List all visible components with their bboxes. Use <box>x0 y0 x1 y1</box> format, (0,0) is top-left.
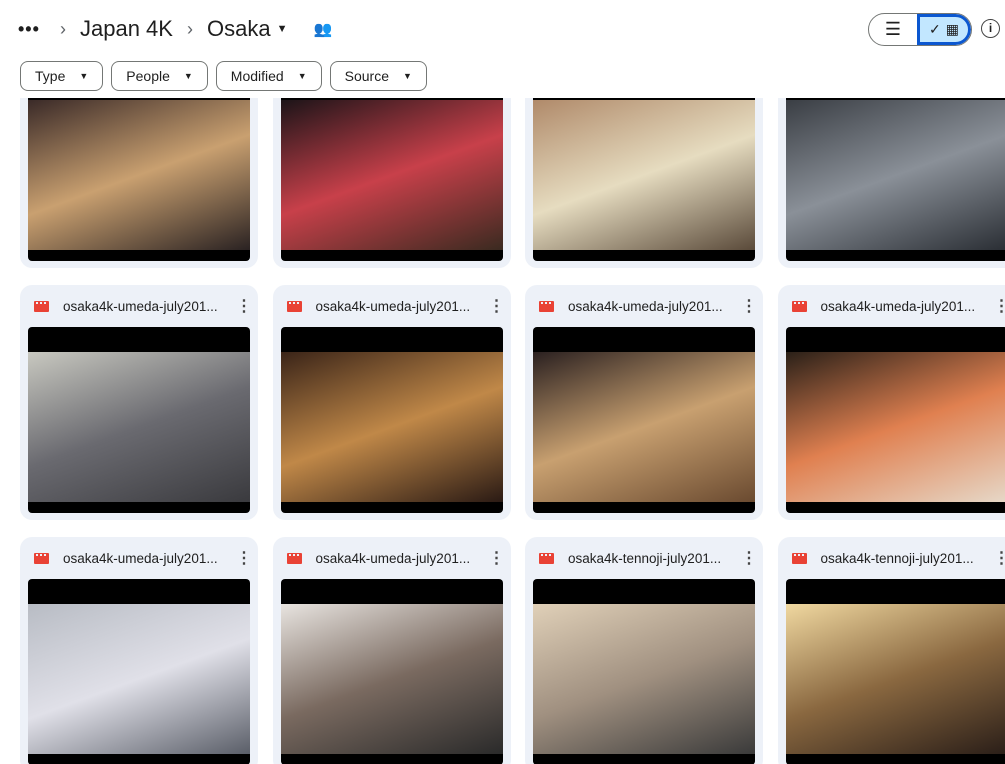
video-thumbnail[interactable] <box>785 327 1005 513</box>
thumbnail-image <box>533 100 755 250</box>
file-name: osaka4k-umeda-july201... <box>63 550 218 566</box>
file-card-header: osaka4k-umeda-july201... ⋮ <box>273 285 511 327</box>
video-thumbnail[interactable] <box>280 98 503 261</box>
video-thumbnail[interactable] <box>533 579 755 764</box>
file-card[interactable]: osaka4k-tennoji-july201... ⋮ <box>777 537 1005 764</box>
more-actions-button[interactable]: ⋮ <box>489 296 505 316</box>
filter-people[interactable]: People ▼ <box>111 61 208 91</box>
breadcrumb-item-osaka[interactable]: Osaka <box>207 16 271 42</box>
chevron-right-icon: › <box>60 18 66 39</box>
shared-people-icon[interactable]: 👥 <box>313 20 332 38</box>
file-card[interactable]: osaka4k-umeda-july201...⋮ <box>20 98 258 268</box>
thumbnail-image <box>280 604 503 754</box>
video-thumbnail[interactable] <box>28 98 250 261</box>
filter-label: People <box>126 68 170 84</box>
breadcrumb-item-japan-4k[interactable]: Japan 4K <box>80 16 173 42</box>
file-grid: osaka4k-umeda-july201... ⋮ osaka4k-umeda-j… <box>20 98 1005 764</box>
video-thumbnail[interactable] <box>785 98 1005 261</box>
file-card-header: osaka4k-umeda-july201... ⋮ <box>525 285 763 327</box>
video-thumbnail[interactable] <box>533 98 755 261</box>
info-icon[interactable]: i <box>981 19 1000 38</box>
thumbnail-image <box>785 100 1005 250</box>
video-file-icon <box>286 552 302 564</box>
file-card[interactable]: osaka4k-umeda-july201...⋮ <box>272 98 511 268</box>
filter-chips: Type ▼ People ▼ Modified ▼ Source ▼ <box>20 61 427 91</box>
filter-source[interactable]: Source ▼ <box>329 61 427 91</box>
grid-icon: ▦ <box>945 21 959 37</box>
video-thumbnail[interactable] <box>280 579 503 764</box>
file-card-header: osaka4k-tennoji-july201... ⋮ <box>525 537 763 579</box>
file-name: osaka4k-umeda-july201... <box>568 298 723 314</box>
list-view-button[interactable]: ☰ <box>869 14 917 45</box>
filter-label: Source <box>344 68 389 84</box>
more-actions-button[interactable]: ⋮ <box>994 296 1005 316</box>
thumbnail-image <box>785 352 1005 502</box>
file-name: osaka4k-umeda-july201... <box>315 550 471 566</box>
video-thumbnail[interactable] <box>785 579 1005 764</box>
video-file-icon <box>34 300 49 312</box>
more-actions-button[interactable]: ⋮ <box>741 548 757 568</box>
file-card[interactable]: osaka4k-umeda-july201...⋮ <box>525 98 763 268</box>
video-thumbnail[interactable] <box>280 327 503 513</box>
grid-view-button[interactable]: ✓ ▦ <box>917 14 971 45</box>
file-grid-scroll-area[interactable]: osaka4k-umeda-july201... ⋮ osaka4k-umeda-j… <box>0 98 1005 764</box>
caret-down-icon: ▼ <box>403 71 412 81</box>
video-file-icon <box>34 552 49 564</box>
thumbnail-image <box>28 100 250 250</box>
file-card[interactable]: osaka4k-umeda-july201... ⋮ <box>525 285 763 520</box>
file-card-header: osaka4k-umeda-july201... ⋮ <box>20 285 258 327</box>
header: ••• › Japan 4K › Osaka ▼ 👥 ☰ ✓ ▦ i Type ▼ … <box>0 0 1005 98</box>
file-card-header: osaka4k-umeda-july201... ⋮ <box>20 537 258 579</box>
view-toggle: ☰ ✓ ▦ <box>868 13 972 46</box>
file-name: osaka4k-umeda-july201... <box>820 298 976 314</box>
check-icon: ✓ <box>929 21 941 37</box>
file-name: osaka4k-umeda-july201... <box>63 298 218 314</box>
video-thumbnail[interactable] <box>533 327 755 513</box>
file-card[interactable]: osaka4k-umeda-july201... ⋮ <box>20 537 258 764</box>
video-file-icon <box>539 552 554 564</box>
file-name: osaka4k-tennoji-july201... <box>820 550 974 566</box>
video-thumbnail[interactable] <box>28 327 250 513</box>
file-card[interactable]: osaka4k-umeda-july201... ⋮ <box>777 285 1005 520</box>
file-card[interactable]: osaka4k-umeda-july201... ⋮ <box>272 537 511 764</box>
list-icon: ☰ <box>884 19 902 39</box>
video-thumbnail[interactable] <box>28 579 250 764</box>
more-actions-button[interactable]: ⋮ <box>236 296 252 316</box>
breadcrumb-more-button[interactable]: ••• <box>18 19 46 40</box>
filter-label: Modified <box>230 68 284 84</box>
thumbnail-image <box>785 604 1005 754</box>
file-card[interactable]: osaka4k-umeda-july201... ⋮ <box>272 285 511 520</box>
more-actions-button[interactable]: ⋮ <box>741 296 757 316</box>
filter-type[interactable]: Type ▼ <box>20 61 104 91</box>
file-card[interactable]: osaka4k-umeda-july201...⋮ <box>777 98 1005 268</box>
breadcrumb: ••• › Japan 4K › Osaka ▼ 👥 <box>18 14 332 44</box>
caret-down-icon[interactable]: ▼ <box>277 23 288 35</box>
caret-down-icon: ▼ <box>183 71 193 81</box>
file-card-header: osaka4k-umeda-july201... ⋮ <box>273 537 511 579</box>
file-name: osaka4k-tennoji-july201... <box>568 550 722 566</box>
thumbnail-image <box>28 352 250 502</box>
caret-down-icon: ▼ <box>79 71 89 81</box>
thumbnail-image <box>533 604 755 754</box>
file-card[interactable]: osaka4k-tennoji-july201... ⋮ <box>525 537 763 764</box>
thumbnail-image <box>533 352 755 502</box>
file-name: osaka4k-umeda-july201... <box>315 298 471 314</box>
video-file-icon <box>791 300 807 312</box>
thumbnail-image <box>280 100 503 250</box>
more-actions-button[interactable]: ⋮ <box>236 548 252 568</box>
file-card[interactable]: osaka4k-umeda-july201... ⋮ <box>20 285 258 520</box>
filter-modified[interactable]: Modified ▼ <box>215 61 322 91</box>
more-actions-button[interactable]: ⋮ <box>489 548 505 568</box>
chevron-right-icon: › <box>186 18 193 39</box>
caret-down-icon: ▼ <box>297 71 307 81</box>
file-card-header: osaka4k-umeda-july201... ⋮ <box>778 285 1005 327</box>
filter-label: Type <box>35 68 66 84</box>
video-file-icon <box>791 552 807 564</box>
more-actions-button[interactable]: ⋮ <box>994 548 1005 568</box>
file-card-header: osaka4k-tennoji-july201... ⋮ <box>778 537 1005 579</box>
video-file-icon <box>539 300 554 312</box>
video-file-icon <box>286 300 302 312</box>
thumbnail-image <box>280 352 503 502</box>
thumbnail-image <box>28 604 250 754</box>
